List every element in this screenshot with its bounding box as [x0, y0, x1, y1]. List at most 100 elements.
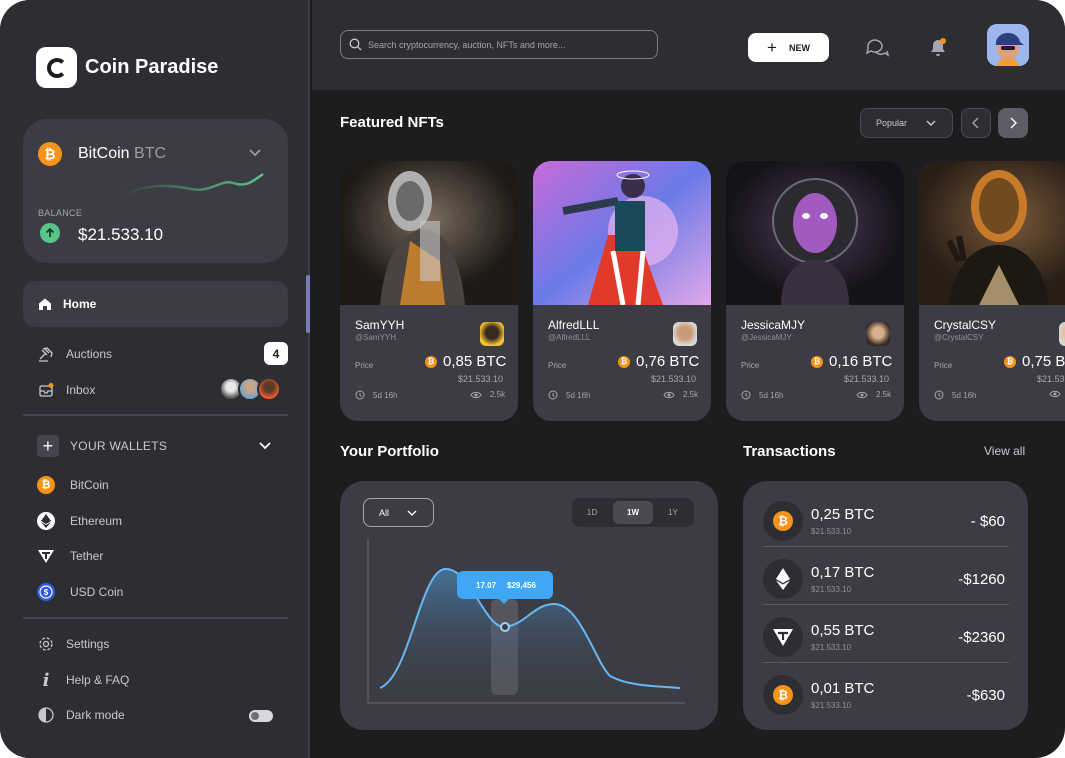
- chevron-left-icon: [972, 117, 979, 129]
- nft-time: 5d 16h: [741, 390, 783, 400]
- creator-avatar[interactable]: [673, 322, 697, 346]
- view-all-link[interactable]: View all: [984, 444, 1025, 458]
- tx-value: -$2360: [958, 629, 1005, 646]
- next-button[interactable]: [998, 108, 1028, 138]
- nav-auctions[interactable]: Auctions: [37, 345, 112, 363]
- wallets-header[interactable]: + YOUR WALLETS: [37, 435, 167, 457]
- wallet-item-ethereum[interactable]: Ethereum: [37, 512, 122, 530]
- nav-help[interactable]: i Help & FAQ: [37, 670, 130, 691]
- nft-price: ₿ 0,85 BTC: [425, 353, 506, 370]
- clock-icon: [355, 390, 365, 400]
- add-wallet-icon[interactable]: +: [37, 435, 59, 457]
- nft-time-value: 5d 16h: [759, 390, 784, 400]
- tx-amount: 0,55 BTC: [811, 622, 875, 639]
- nft-artwork: [340, 161, 518, 305]
- tx-icon-wrap: ₿: [763, 675, 803, 715]
- nft-card[interactable]: AlfredLLL @AlfredLLL Price ₿ 0,76 BTC $21…: [533, 161, 711, 421]
- nft-price-value: 0,16 BTC: [829, 353, 893, 370]
- balance-label: BALANCE: [38, 208, 83, 218]
- nav-settings-label: Settings: [66, 637, 110, 651]
- brand-logo[interactable]: [36, 47, 77, 88]
- nft-card[interactable]: CrystalCSY @CrystalCSY Price ₿ 0,75 BTC $…: [919, 161, 1065, 421]
- nav-inbox[interactable]: Inbox: [37, 381, 95, 399]
- logo-mark-icon: [46, 57, 67, 78]
- price-label: Price: [741, 361, 760, 370]
- tx-usd: $21.533.10: [811, 643, 852, 652]
- tx-amount: 0,17 BTC: [811, 564, 875, 581]
- nav-home[interactable]: Home: [23, 281, 288, 327]
- nft-views-value: 2.5k: [876, 390, 892, 399]
- transactions-card: ₿ 0,25 BTC $21.533.10 - $60 0,17 BTC $21…: [743, 481, 1028, 730]
- clock-icon: [741, 390, 751, 400]
- auctions-count-badge: 4: [264, 342, 288, 365]
- nft-card[interactable]: SamYYH @SamYYH Price ₿ 0,85 BTC $21.533.1…: [340, 161, 518, 421]
- bitcoin-icon: ₿: [773, 685, 793, 705]
- tx-usd: $21.533.10: [811, 701, 852, 710]
- prev-button[interactable]: [961, 108, 991, 138]
- wallet-item-tether[interactable]: Tether: [37, 547, 103, 565]
- transaction-row[interactable]: ₿ 0,01 BTC $21.533.10 -$630: [763, 663, 1009, 721]
- nft-name: AlfredLLL: [548, 318, 600, 332]
- price-label: Price: [355, 361, 374, 370]
- nft-name: SamYYH: [355, 318, 405, 332]
- nft-handle: @JessicaMJY: [741, 333, 792, 342]
- gavel-icon: [37, 345, 55, 363]
- balance-sparkline: [122, 172, 264, 197]
- gear-icon: [37, 635, 55, 653]
- bitcoin-icon: ₿: [425, 355, 437, 368]
- chevron-down-icon[interactable]: [258, 440, 272, 452]
- dark-mode-toggle[interactable]: [249, 710, 273, 722]
- clock-icon: [934, 390, 944, 400]
- new-button[interactable]: + NEW: [748, 33, 829, 62]
- search-icon: [349, 38, 362, 51]
- transaction-row[interactable]: 0,17 BTC $21.533.10 -$1260: [763, 547, 1009, 605]
- clock-icon: [548, 390, 558, 400]
- nft-price-value: 0,85 BTC: [443, 353, 507, 370]
- nav-dark-mode-label: Dark mode: [66, 708, 125, 722]
- nft-card[interactable]: JessicaMJY @JessicaMJY Price ₿ 0,16 BTC $…: [726, 161, 904, 421]
- profile-avatar[interactable]: [987, 24, 1029, 66]
- chat-icon[interactable]: [865, 37, 889, 59]
- nav-dark-mode: Dark mode: [37, 706, 125, 724]
- tether-icon: [37, 547, 55, 565]
- eye-icon: [663, 391, 675, 398]
- nft-views: 2.5k: [856, 390, 891, 399]
- bitcoin-icon: ₿: [618, 355, 630, 368]
- price-label: Price: [548, 361, 567, 370]
- wallet-item-usd-coin[interactable]: $ USD Coin: [37, 583, 123, 601]
- balance-card[interactable]: ₿ BitCoin BTC BALANCE $21.533.10: [23, 119, 288, 263]
- nft-views-value: 2.5k: [490, 390, 506, 399]
- wallets-title: YOUR WALLETS: [70, 439, 168, 453]
- transaction-row[interactable]: 0,55 BTC $21.533.10 -$2360: [763, 605, 1009, 663]
- portfolio-chart: [367, 539, 685, 704]
- creator-avatar[interactable]: [1059, 322, 1065, 346]
- nft-handle: @CrystalCSY: [934, 333, 984, 342]
- sort-dropdown[interactable]: Popular: [860, 108, 953, 138]
- tx-amount: 0,25 BTC: [811, 506, 875, 523]
- search-input[interactable]: [368, 39, 648, 50]
- sidebar: Coin Paradise ₿ BitCoin BTC BALANCE $21.…: [0, 0, 310, 758]
- brand-name: Coin Paradise: [85, 56, 219, 78]
- nft-time-value: 5d 16h: [952, 390, 977, 400]
- divider: [23, 617, 288, 619]
- nav-settings[interactable]: Settings: [37, 635, 109, 653]
- nft-handle: @SamYYH: [355, 333, 397, 342]
- balance-coin-name: BitCoin BTC: [78, 145, 166, 163]
- creator-avatar[interactable]: [866, 322, 890, 346]
- balance-coin-ticker: BTC: [134, 145, 167, 162]
- nft-price: ₿ 0,76 BTC: [618, 353, 699, 370]
- chevron-down-icon[interactable]: [248, 145, 262, 159]
- bell-icon[interactable]: [927, 36, 949, 58]
- home-icon: [39, 298, 51, 310]
- featured-title: Featured NFTs: [340, 114, 444, 131]
- bitcoin-icon: ₿: [37, 476, 55, 494]
- wallet-item-bitcoin[interactable]: ₿ BitCoin: [37, 476, 109, 494]
- creator-avatar[interactable]: [480, 322, 504, 346]
- transaction-row[interactable]: ₿ 0,25 BTC $21.533.10 - $60: [763, 489, 1009, 547]
- search-bar[interactable]: [340, 30, 658, 59]
- nav-help-label: Help & FAQ: [66, 673, 130, 687]
- nft-artwork: [726, 161, 904, 305]
- tx-usd: $21.533.10: [811, 527, 852, 536]
- nft-usd: $21.533.10: [458, 374, 504, 384]
- bitcoin-icon: ₿: [811, 355, 823, 368]
